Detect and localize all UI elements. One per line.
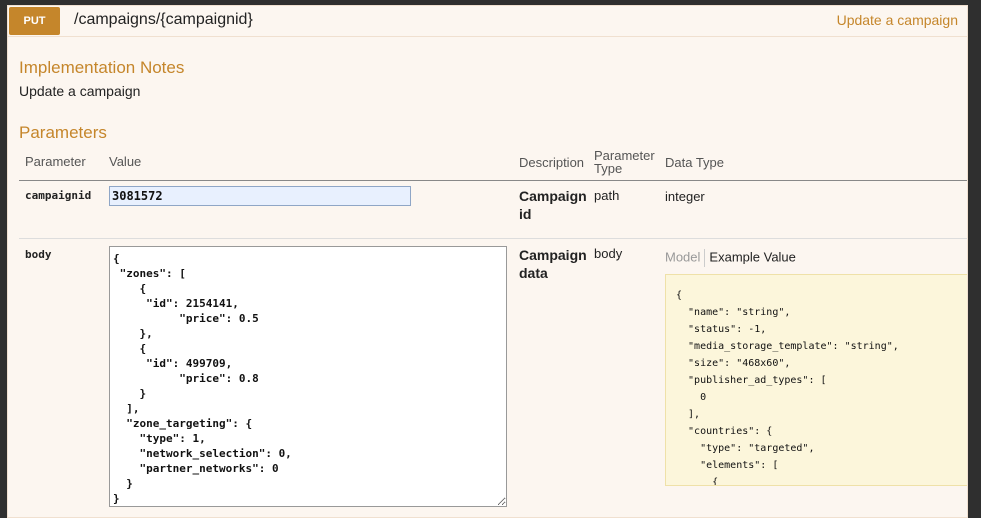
tab-example-value[interactable]: Example Value	[709, 249, 795, 264]
operation-header[interactable]: PUT /campaigns/{campaignid} Update a cam…	[8, 6, 967, 37]
implementation-notes-text: Update a campaign	[19, 83, 141, 99]
parameters-heading: Parameters	[19, 123, 107, 142]
tab-model[interactable]: Model	[665, 249, 700, 264]
model-tabs: Model Example Value	[665, 249, 796, 267]
column-header-value: Value	[109, 154, 142, 169]
param-type-campaignid: path	[594, 188, 620, 203]
param-type-body: body	[594, 246, 623, 261]
column-header-parameter-type: Parameter Type	[594, 148, 655, 176]
example-value-box[interactable]: { "name": "string", "status": -1, "media…	[665, 274, 967, 486]
operation-panel: PUT /campaigns/{campaignid} Update a cam…	[7, 5, 968, 518]
table-header-divider	[19, 180, 967, 181]
param-description-body: Campaign data	[519, 247, 587, 281]
table-row-divider	[19, 238, 967, 239]
endpoint-path[interactable]: /campaigns/{campaignid}	[74, 11, 253, 29]
column-header-parameter: Parameter	[25, 154, 86, 169]
campaignid-input[interactable]	[109, 186, 411, 206]
operation-summary[interactable]: Update a campaign	[837, 12, 958, 28]
http-method-badge[interactable]: PUT	[9, 7, 60, 35]
example-value-json: { "name": "string", "status": -1, "media…	[676, 290, 899, 486]
column-header-data-type: Data Type	[665, 155, 725, 170]
param-name-body: body	[25, 248, 52, 261]
body-textarea[interactable]: { "zones": [ { "id": 2154141, "price": 0…	[109, 246, 507, 507]
param-description-campaignid: Campaign id	[519, 188, 587, 222]
column-header-description: Description	[519, 155, 585, 170]
param-name-campaignid: campaignid	[25, 189, 92, 202]
tab-separator	[704, 249, 706, 267]
implementation-notes-heading: Implementation Notes	[19, 58, 185, 77]
data-type-campaignid: integer	[665, 189, 705, 204]
